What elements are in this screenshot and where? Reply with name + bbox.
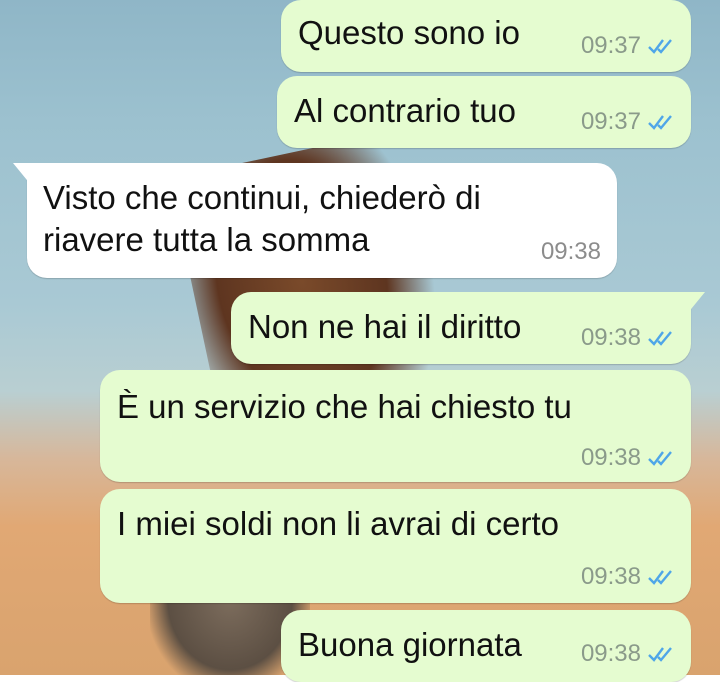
- message-bubble-incoming[interactable]: Visto che continui, chiederò di riavere …: [13, 163, 617, 278]
- message-text: È un servizio che hai chiesto tu: [117, 388, 572, 425]
- message-meta: 09:38: [541, 238, 601, 266]
- double-check-icon: [648, 331, 672, 346]
- message-time: 09:37: [580, 32, 641, 59]
- bubble-tail: [687, 292, 705, 314]
- double-check-icon: [648, 451, 672, 466]
- double-check-icon: [648, 115, 672, 130]
- message-time: 09:38: [540, 238, 601, 265]
- message-text-line-2: riavere tutta la somma: [43, 221, 370, 258]
- message-bubble-outgoing[interactable]: Questo sono io 09:37: [281, 0, 691, 72]
- message-bubble-outgoing[interactable]: Buona giornata 09:38: [281, 610, 691, 682]
- message-text: Non ne hai il diritto: [248, 308, 522, 345]
- message-text: I miei soldi non li avrai di certo: [117, 505, 560, 542]
- message-meta: 09:38: [581, 444, 677, 472]
- double-check-icon: [648, 39, 672, 54]
- message-time: 09:38: [580, 444, 641, 471]
- message-time: 09:38: [580, 324, 641, 351]
- message-meta: 09:38: [581, 324, 677, 352]
- message-text: Questo sono io: [298, 14, 520, 51]
- message-meta: 09:37: [581, 108, 677, 136]
- message-meta: 09:38: [581, 563, 677, 591]
- message-bubble-outgoing[interactable]: È un servizio che hai chiesto tu 09:38: [100, 370, 691, 482]
- message-bubble-outgoing[interactable]: Al contrario tuo 09:37: [277, 76, 691, 148]
- message-text: Buona giornata: [298, 626, 522, 663]
- message-meta: 09:38: [581, 640, 677, 668]
- double-check-icon: [648, 570, 672, 585]
- message-meta: 09:37: [581, 32, 677, 60]
- double-check-icon: [648, 647, 672, 662]
- message-time: 09:37: [580, 108, 641, 135]
- message-bubble-outgoing[interactable]: I miei soldi non li avrai di certo 09:38: [100, 489, 691, 603]
- message-text-line-1: Visto che continui, chiederò di: [43, 179, 481, 216]
- message-text: Al contrario tuo: [294, 92, 516, 129]
- message-time: 09:38: [580, 563, 641, 590]
- message-time: 09:38: [580, 640, 641, 667]
- bubble-tail: [13, 163, 31, 185]
- message-bubble-outgoing[interactable]: Non ne hai il diritto 09:38: [231, 292, 705, 364]
